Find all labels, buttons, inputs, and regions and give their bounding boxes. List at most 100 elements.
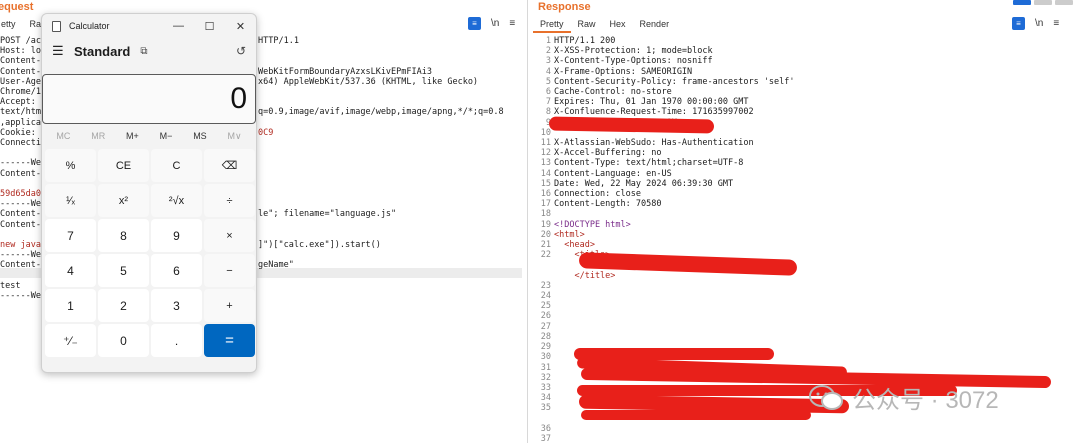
keep-on-top-icon[interactable]: ⧉ xyxy=(140,46,147,57)
request-line-right: geName" xyxy=(258,260,294,271)
mode-title: Standard xyxy=(74,43,131,59)
newline-toggle-icon[interactable]: \n xyxy=(1035,18,1043,29)
request-line-left: new java xyxy=(0,240,41,251)
request-toolbar: ≡ \n ≡ xyxy=(468,17,515,30)
memory-button[interactable]: MC xyxy=(56,131,70,141)
close-icon[interactable]: ✕ xyxy=(225,20,256,33)
calc-button[interactable]: 1 xyxy=(45,289,96,322)
pretty-print-icon[interactable]: ≡ xyxy=(468,17,481,30)
line-number xyxy=(529,271,551,281)
calc-button[interactable]: ⁺⁄₋ xyxy=(45,324,96,357)
request-line-left: POST /ac xyxy=(0,36,41,46)
memory-button[interactable]: MS xyxy=(193,131,207,141)
request-line-right xyxy=(258,230,504,240)
request-line-left: Content- xyxy=(0,260,41,271)
line-number: 21 xyxy=(540,240,551,251)
calculator-window: Calculator — ☐ ✕ ☰ Standard ⧉ ↺ 0 MC MR M+… xyxy=(41,13,257,373)
layout-split-icon[interactable] xyxy=(1013,0,1031,5)
calc-button[interactable]: = xyxy=(204,324,255,357)
maximize-icon[interactable]: ☐ xyxy=(194,20,225,33)
request-line-right xyxy=(258,199,504,209)
response-line: X-Accel-Buffering: no xyxy=(554,148,662,159)
request-line-right: WebKitFormBoundaryAzxsLKivEPmFIAi3 xyxy=(258,66,432,77)
request-line-right xyxy=(258,46,504,56)
request-line-right: 0C9 xyxy=(258,127,274,138)
memory-button[interactable]: MR xyxy=(91,131,105,141)
calc-button[interactable]: ²√x xyxy=(151,184,202,217)
calc-button[interactable]: 8 xyxy=(98,219,149,252)
calculator-titlebar[interactable]: Calculator — ☐ ✕ xyxy=(42,14,256,38)
menu-icon[interactable]: ≡ xyxy=(509,18,515,29)
pretty-print-icon[interactable]: ≡ xyxy=(1012,17,1025,30)
response-line xyxy=(554,311,795,321)
calc-button[interactable]: 6 xyxy=(151,254,202,287)
response-line: HTTP/1.1 200 xyxy=(554,36,616,46)
menu-icon[interactable]: ≡ xyxy=(1053,18,1059,29)
calc-button[interactable]: CE xyxy=(98,149,149,182)
tab-render[interactable]: Render xyxy=(633,17,677,33)
line-number: 24 xyxy=(540,291,551,302)
tab-hex[interactable]: Hex xyxy=(603,17,633,33)
calc-button[interactable]: 7 xyxy=(45,219,96,252)
memory-row: MC MR M+ M− MS M∨ xyxy=(42,125,256,147)
tab-raw[interactable]: Raw xyxy=(571,17,603,33)
calc-button[interactable]: − xyxy=(204,254,255,287)
calc-button[interactable]: 9 xyxy=(151,219,202,252)
calc-button[interactable]: ÷ xyxy=(204,184,255,217)
calc-button[interactable]: . xyxy=(151,324,202,357)
request-line-right: x64) AppleWebKit/537.36 (KHTML, like Gec… xyxy=(258,76,479,87)
calc-button[interactable]: % xyxy=(45,149,96,182)
calc-button[interactable]: 0 xyxy=(98,324,149,357)
request-line-left: Content- xyxy=(0,66,41,77)
response-line: X-Frame-Options: SAMEORIGIN xyxy=(554,66,693,77)
line-number: 8 xyxy=(545,107,551,118)
response-line: <head> xyxy=(554,240,595,251)
request-line-left: ,applica xyxy=(0,117,41,128)
request-code-left: POST /ac Host: lo Content- Content- User-Age… xyxy=(0,36,41,301)
line-number: 23 xyxy=(540,280,551,291)
calc-button[interactable]: + xyxy=(204,289,255,322)
request-line-right xyxy=(258,271,504,281)
line-number: 22 xyxy=(540,250,551,261)
calc-button[interactable]: 3 xyxy=(151,289,202,322)
line-number: 13 xyxy=(540,158,551,169)
window-controls: — ☐ ✕ xyxy=(163,20,256,33)
request-line-left: test xyxy=(0,280,21,291)
memory-button[interactable]: M+ xyxy=(126,131,139,141)
line-number: 33 xyxy=(540,382,551,393)
tab-pretty[interactable]: Pretty xyxy=(533,17,571,33)
line-number xyxy=(529,260,551,270)
response-line: Content-Language: en-US xyxy=(554,168,672,179)
line-number: 27 xyxy=(540,321,551,332)
calc-button[interactable]: 4 xyxy=(45,254,96,287)
request-line-right: ]")["calc.exe"]).start() xyxy=(258,240,381,251)
layout-vertical-icon[interactable] xyxy=(1055,0,1073,5)
layout-horizontal-icon[interactable] xyxy=(1034,0,1052,5)
tab-pretty[interactable]: etty xyxy=(0,17,23,33)
calc-button[interactable]: ¹⁄ₓ xyxy=(45,184,96,217)
calculator-app-icon xyxy=(52,20,61,32)
request-code-right: HTTP/1.1 WebKitFormBoundaryAzxsLKivEPmFI… xyxy=(258,36,504,301)
request-line-left: ------We xyxy=(0,158,41,169)
line-number: 7 xyxy=(545,97,551,108)
request-line-right xyxy=(258,281,504,291)
line-number: 9 xyxy=(529,118,551,128)
request-line-right xyxy=(258,118,504,128)
request-line-right xyxy=(258,179,504,189)
navigation-menu-icon[interactable]: ☰ xyxy=(52,43,72,59)
request-line-right xyxy=(258,250,504,260)
calc-button[interactable]: 5 xyxy=(98,254,149,287)
history-icon[interactable]: ↺ xyxy=(236,44,246,58)
calc-button[interactable]: 2 xyxy=(98,289,149,322)
calc-button[interactable]: ⌫ xyxy=(204,149,255,182)
minimize-icon[interactable]: — xyxy=(163,20,194,33)
calc-button[interactable]: x² xyxy=(98,184,149,217)
calc-button[interactable]: C xyxy=(151,149,202,182)
line-number: 29 xyxy=(540,342,551,353)
newline-toggle-icon[interactable]: \n xyxy=(491,18,499,29)
memory-button[interactable]: M∨ xyxy=(228,131,242,142)
calc-button[interactable]: × xyxy=(204,219,255,252)
response-line xyxy=(554,209,795,219)
memory-button[interactable]: M− xyxy=(160,131,173,141)
line-number: 25 xyxy=(540,301,551,312)
